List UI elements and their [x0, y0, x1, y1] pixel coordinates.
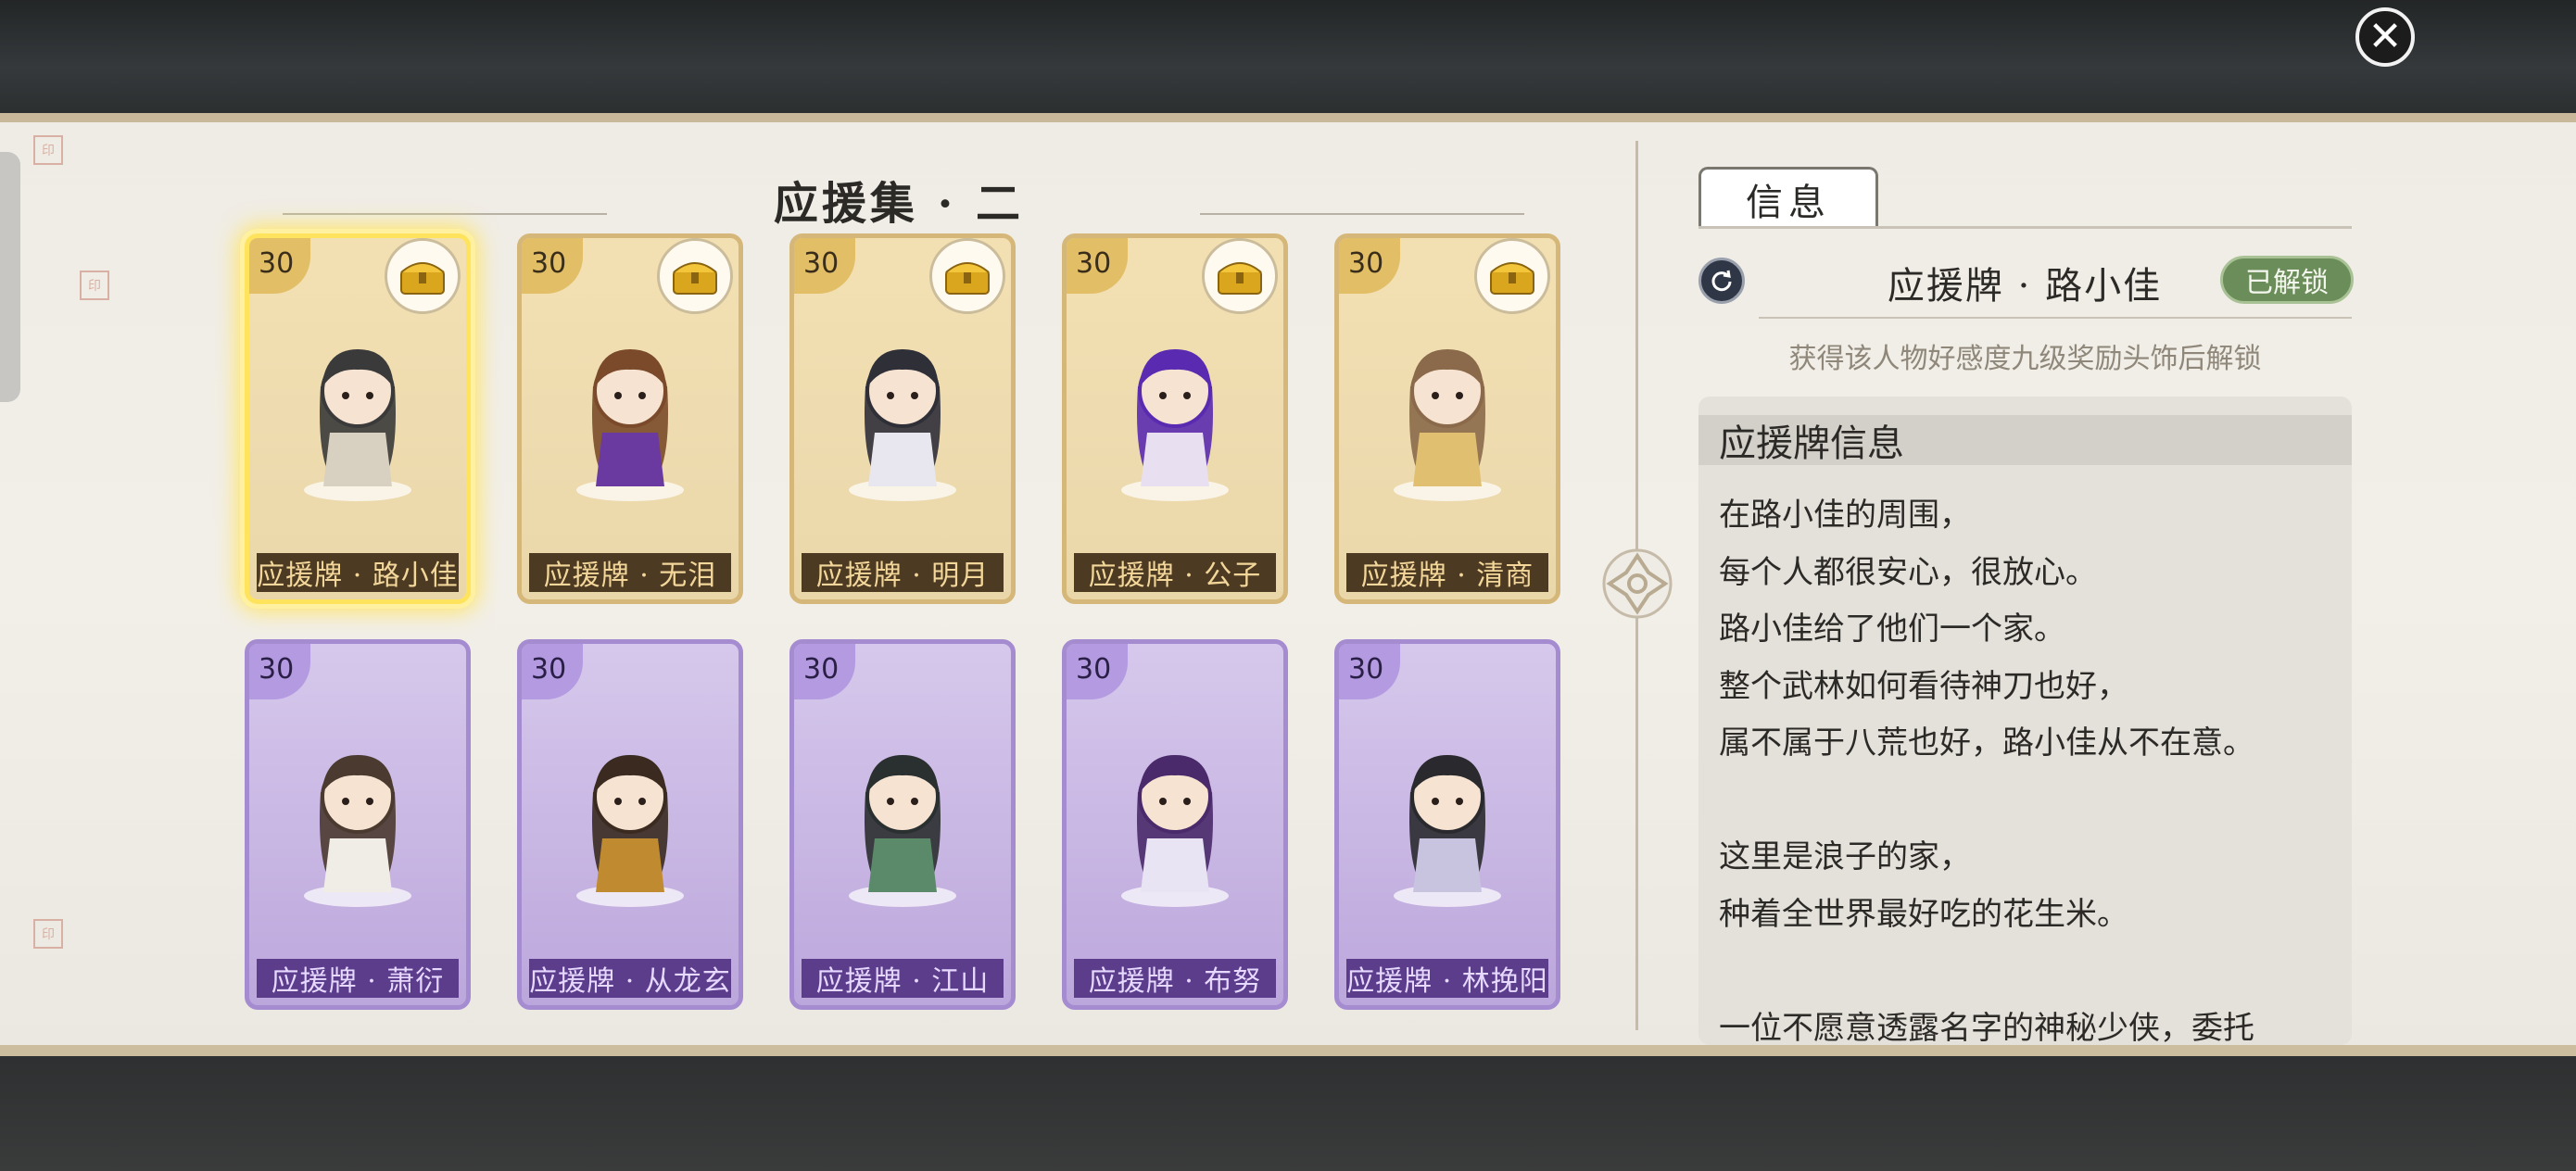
title-divider-right — [1200, 213, 1524, 215]
card-level-badge: 30 — [794, 238, 855, 294]
support-card[interactable]: 30 应援牌 · 布努 — [1062, 639, 1288, 1010]
close-button[interactable]: ✕ — [2355, 7, 2415, 67]
side-tab-handle[interactable] — [0, 152, 20, 402]
refresh-icon — [1711, 270, 1732, 292]
support-card[interactable]: 30 应援牌 · 清商 — [1334, 233, 1560, 604]
card-name-label: 应援牌 · 清商 — [1346, 553, 1548, 592]
description-text: 在路小佳的周围， 每个人都很安心，很放心。 路小佳给了他们一个家。整个武林如何看待神… — [1719, 487, 2349, 1045]
character-portrait — [1394, 755, 1501, 907]
selected-card-title: 应援牌 · 路小佳 — [1887, 265, 2163, 308]
description-line: 每个人都很安心，很放心。 — [1719, 553, 2097, 591]
seal-icon: 印 — [33, 135, 63, 165]
card-level-badge: 30 — [522, 238, 583, 294]
status-badge: 已解锁 — [2220, 256, 2354, 304]
support-card[interactable]: 30 应援牌 · 无泪 — [517, 233, 743, 604]
description-box[interactable]: 应援牌信息 在路小佳的周围， 每个人都很安心，很放心。 路小佳给了他们一个家。整个武… — [1698, 397, 2352, 1045]
character-portrait — [304, 755, 411, 907]
unlock-hint: 获得该人物好感度九级奖励头饰后解锁 — [1788, 343, 2262, 375]
card-level-badge: 30 — [249, 238, 310, 294]
character-portrait — [1121, 755, 1229, 907]
card-level-badge: 30 — [1067, 644, 1128, 699]
card-name-label: 应援牌 · 江山 — [802, 959, 1004, 998]
support-card[interactable]: 30 应援牌 · 明月 — [789, 233, 1016, 604]
character-portrait — [576, 349, 684, 501]
title-divider-left — [283, 213, 607, 215]
bottom-bar — [0, 1056, 2576, 1171]
collection-panel: 印 印 印 应援集 · 二 30 应援牌 · 路小佳 30 应援牌 · 无泪 30 应援牌… — [0, 113, 2576, 1056]
card-name-label: 应援牌 · 萧衍 — [257, 959, 459, 998]
tab-underline — [1698, 226, 2352, 229]
character-portrait — [1394, 349, 1501, 501]
card-level-badge: 30 — [1067, 238, 1128, 294]
title-underline — [1759, 317, 2352, 319]
support-card[interactable]: 30 应援牌 · 萧衍 — [245, 639, 471, 1010]
tab-info[interactable]: 信息 — [1698, 167, 1878, 228]
description-line: 路小佳给了他们一个家。 — [1719, 611, 2065, 648]
card-name-label: 应援牌 · 无泪 — [529, 553, 731, 592]
top-bar — [0, 0, 2576, 113]
ornament-icon — [1602, 548, 1673, 619]
support-card[interactable]: 30 应援牌 · 路小佳 — [245, 233, 471, 604]
card-name-label: 应援牌 · 布努 — [1074, 959, 1276, 998]
collection-title: 应援集 · 二 — [773, 178, 1025, 230]
description-line: 在路小佳的周围， — [1719, 497, 1971, 534]
support-card[interactable]: 30 应援牌 · 林挽阳 — [1334, 639, 1560, 1010]
support-card[interactable]: 30 应援牌 · 公子 — [1062, 233, 1288, 604]
card-level-badge: 30 — [794, 644, 855, 699]
character-portrait — [304, 349, 411, 501]
card-level-badge: 30 — [1339, 238, 1400, 294]
card-name-label: 应援牌 · 路小佳 — [257, 553, 459, 592]
refresh-button[interactable] — [1698, 258, 1745, 304]
card-name-label: 应援牌 · 公子 — [1074, 553, 1276, 592]
description-line: 属不属于八荒也好，路小佳从不在意。 — [1719, 724, 2254, 762]
card-name-label: 应援牌 · 明月 — [802, 553, 1004, 592]
close-icon: ✕ — [2368, 13, 2403, 60]
seal-icon: 印 — [80, 271, 109, 300]
description-line: 这里是浪子的家， — [1719, 838, 1971, 875]
treasure-chest-icon[interactable] — [657, 238, 733, 314]
card-level-badge: 30 — [522, 644, 583, 699]
support-card[interactable]: 30 应援牌 · 江山 — [789, 639, 1016, 1010]
description-heading: 应援牌信息 — [1698, 415, 2352, 465]
treasure-chest-icon[interactable] — [929, 238, 1005, 314]
treasure-chest-icon[interactable] — [1202, 238, 1278, 314]
description-line — [1719, 773, 2349, 830]
card-name-label: 应援牌 · 林挽阳 — [1346, 959, 1548, 998]
description-line: 种着全世界最好吃的花生米。 — [1719, 895, 2128, 933]
description-line: 一位不愿意透露名字的神秘少侠，委托 — [1719, 1009, 2254, 1046]
character-portrait — [849, 349, 956, 501]
support-card[interactable]: 30 应援牌 · 从龙玄 — [517, 639, 743, 1010]
character-portrait — [576, 755, 684, 907]
character-portrait — [849, 755, 956, 907]
card-level-badge: 30 — [1339, 644, 1400, 699]
card-name-label: 应援牌 · 从龙玄 — [529, 959, 731, 998]
seal-icon: 印 — [33, 919, 63, 949]
character-portrait — [1121, 349, 1229, 501]
description-line — [1719, 943, 2349, 1001]
treasure-chest-icon[interactable] — [1474, 238, 1550, 314]
treasure-chest-icon[interactable] — [385, 238, 461, 314]
description-line: 整个武林如何看待神刀也好， — [1719, 667, 2128, 705]
card-level-badge: 30 — [249, 644, 310, 699]
